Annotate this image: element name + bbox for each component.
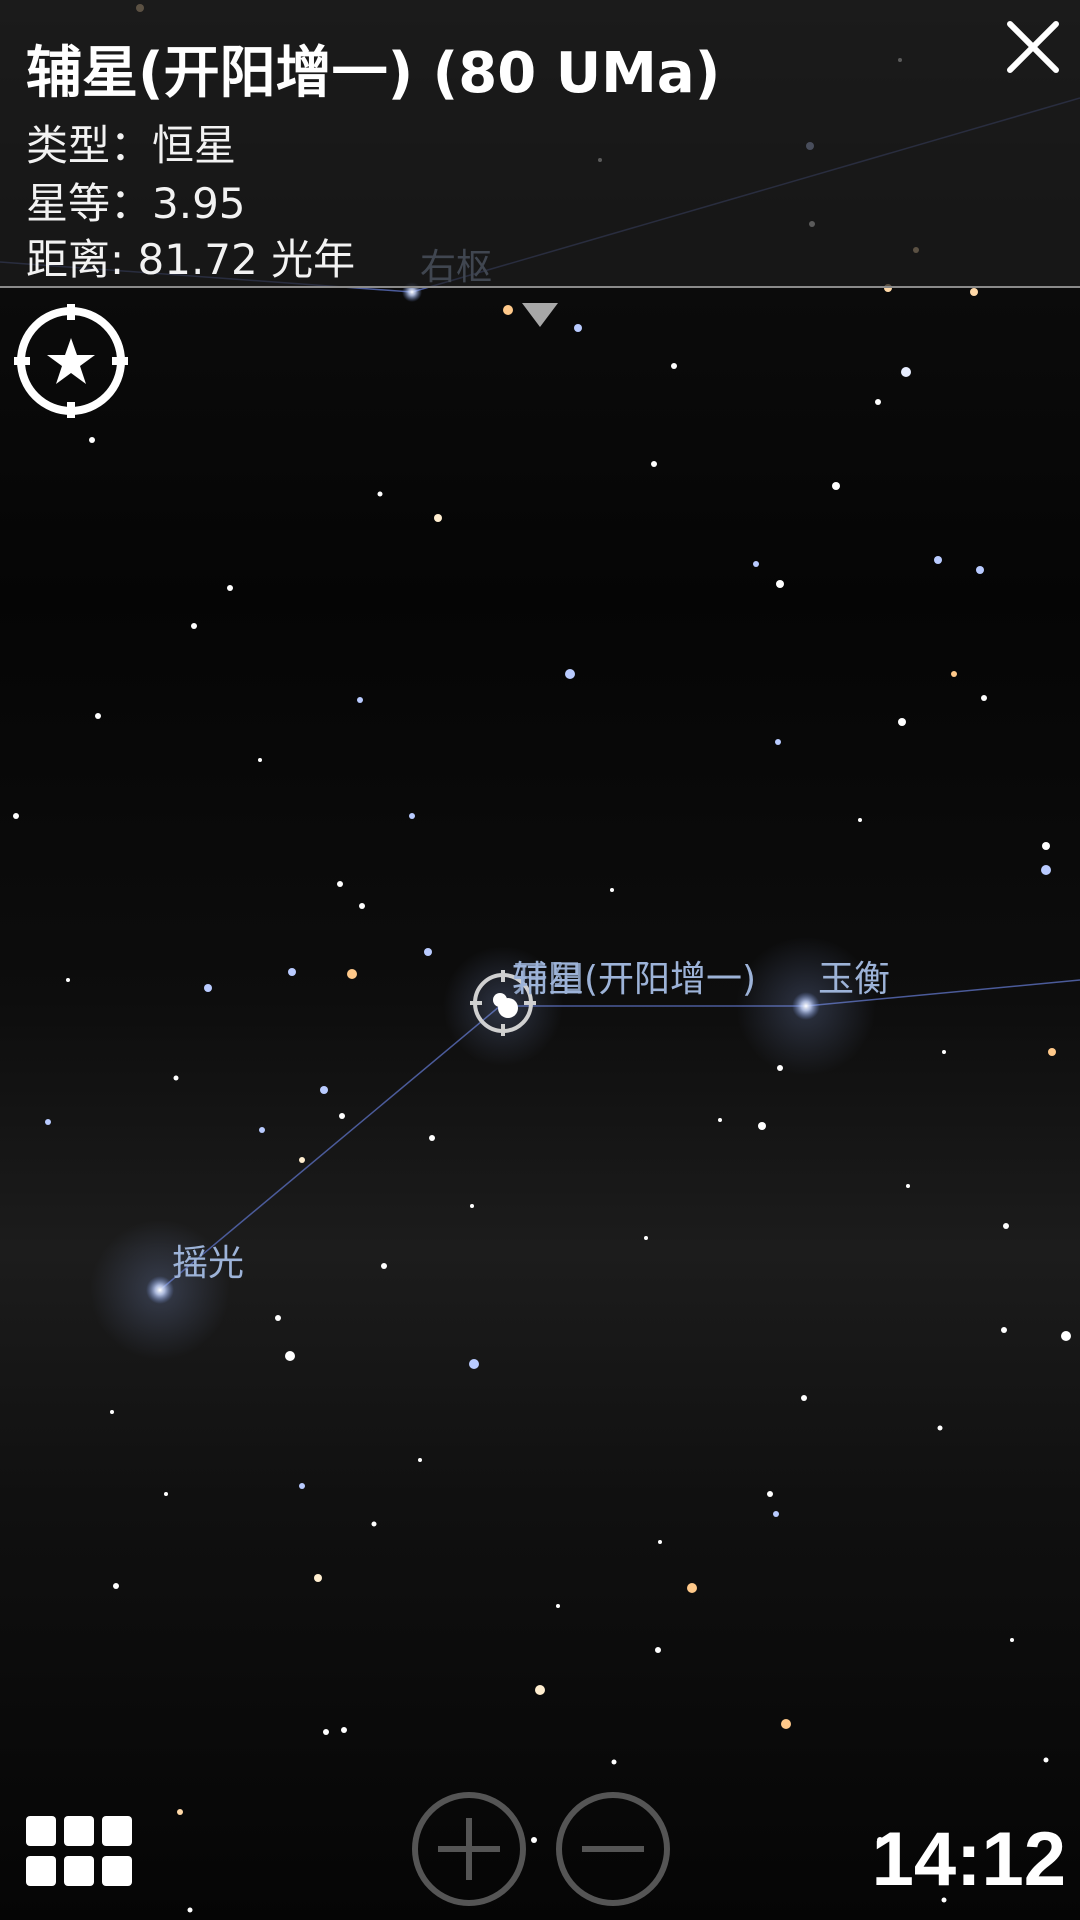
close-icon: [1007, 21, 1059, 73]
zoom-out-button[interactable]: [554, 1790, 672, 1908]
label-yaoguang: 摇光: [172, 1243, 245, 1284]
star-yuheng: [792, 992, 820, 1020]
plus-circle-icon: [412, 1792, 526, 1906]
clock-display: 14:12: [871, 1817, 1066, 1902]
object-title: 辅星(开阳增一) (80 UMa): [26, 41, 721, 106]
sky-view-screen[interactable]: 右枢 开阳 辅星(开阳增一) 玉衡 摇光 辅星(开阳增一) (80 UMa) 类…: [0, 0, 1080, 1920]
bright-stars: [146, 282, 820, 1304]
star-halos: [90, 936, 876, 1360]
triangle-down-icon: [522, 303, 558, 327]
panel-toggle-button[interactable]: [522, 303, 558, 327]
close-button[interactable]: [1000, 14, 1066, 80]
object-info-panel: 辅星(开阳增一) (80 UMa) 类型：恒星 星等：3.95 距离: 81.7…: [0, 0, 1080, 288]
object-distance: 距离: 81.72 光年: [26, 235, 356, 284]
star-kaiyang: [493, 993, 507, 1007]
star-yaoguang: [146, 1276, 174, 1304]
label-yuheng: 玉衡: [818, 959, 891, 1000]
label-fuxing: 辅星(开阳增一): [512, 959, 757, 1000]
grid-menu-icon: [26, 1816, 132, 1886]
zoom-in-button[interactable]: [410, 1790, 528, 1908]
locate-star-button[interactable]: [12, 302, 130, 420]
object-magnitude: 星等：3.95: [26, 179, 246, 228]
star-locate-icon: [14, 304, 128, 418]
object-type: 类型：恒星: [26, 121, 237, 170]
menu-button[interactable]: [26, 1816, 134, 1888]
minus-circle-icon: [556, 1792, 670, 1906]
